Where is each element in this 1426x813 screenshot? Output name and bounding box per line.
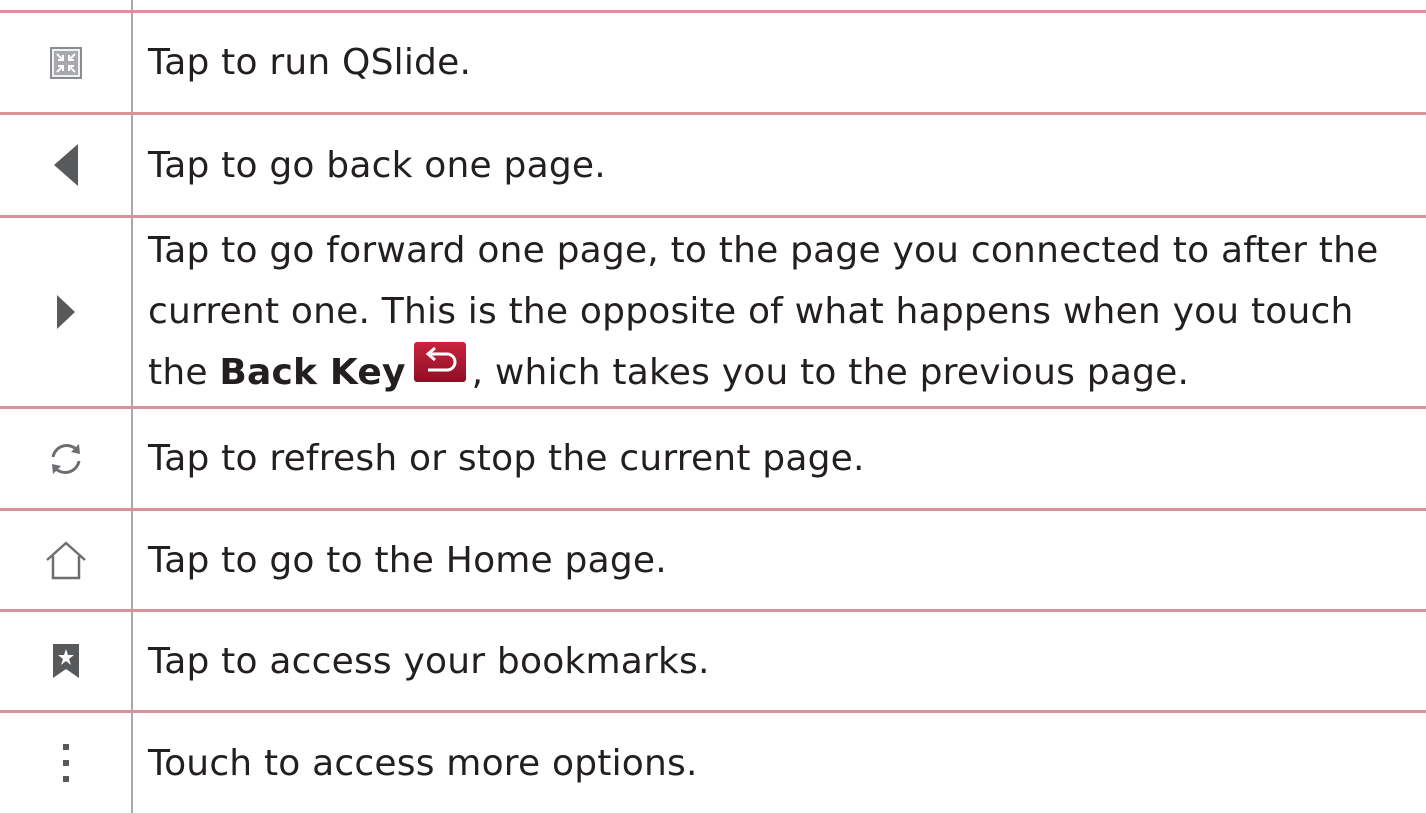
forward-arrow-icon [56,295,75,329]
table-row: Touch to access more options. [0,713,1426,813]
back-key-icon [413,340,466,401]
qslide-icon [49,46,82,79]
row-description: Touch to access more options. [148,742,698,784]
table-row: Tap to go to the Home page. [0,511,1426,609]
table-row: Tap to refresh or stop the current page. [0,409,1426,508]
back-key-label: Back Key [219,351,406,393]
line-suffix: , which takes you to the previous page. [471,351,1190,393]
description-line: Tap to go forward one page, to the page … [148,229,1379,271]
home-icon [45,541,86,580]
more-options-icon [62,744,69,782]
row-description: Tap to go back one page. [148,144,606,186]
back-arrow-icon [53,144,78,186]
icon-legend-table: Tap to run QSlide. Tap to go back one pa… [0,0,1426,813]
table-row: Tap to access your bookmarks. [0,612,1426,710]
description-line: the Back Key , which takes you to the pr… [148,342,1378,405]
row-description: Tap to run QSlide. [148,42,472,83]
bookmark-icon [52,644,79,678]
refresh-icon [51,443,80,474]
line-prefix: the [148,351,220,393]
row-description: Tap to go forward one page, to the page … [148,220,1378,405]
row-description: Tap to refresh or stop the current page. [148,438,865,479]
description-line: current one. This is the opposite of wha… [148,290,1354,332]
table-row: Tap to go back one page. [0,115,1426,215]
row-description: Tap to access your bookmarks. [148,640,710,682]
row-description: Tap to go to the Home page. [148,539,667,581]
table-row: Tap to go forward one page, to the page … [0,218,1426,406]
table-row: Tap to run QSlide. [0,13,1426,112]
